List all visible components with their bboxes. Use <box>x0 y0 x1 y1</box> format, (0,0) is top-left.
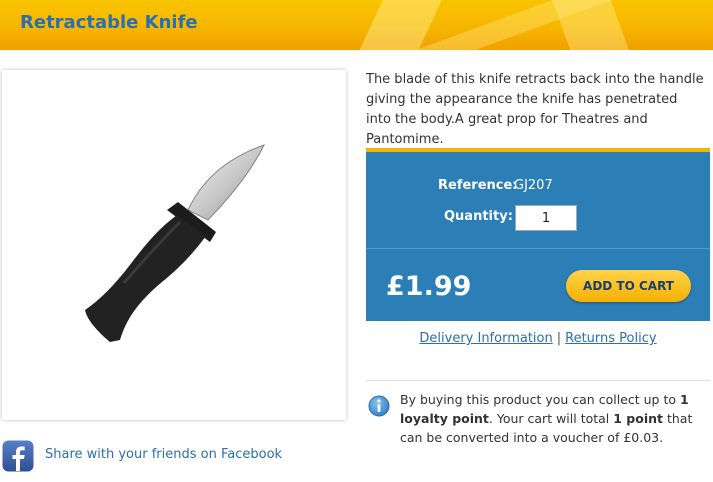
product-price: £1.99 <box>386 271 472 302</box>
facebook-share-link[interactable]: Share with your friends on Facebook <box>45 447 282 462</box>
product-header: Retractable Knife <box>0 0 713 50</box>
link-separator: | <box>556 331 562 346</box>
add-to-cart-button[interactable]: ADD TO CART <box>566 270 691 302</box>
product-title: Retractable Knife <box>20 12 198 33</box>
quantity-input[interactable] <box>515 205 577 231</box>
reference-label: Reference: <box>438 178 518 193</box>
reference-value: GJ207 <box>514 178 553 193</box>
delivery-information-link[interactable]: Delivery Information <box>419 331 552 346</box>
loyalty-divider <box>366 380 710 381</box>
loyalty-text-middle: . Your cart will total <box>488 411 614 426</box>
knife-image <box>85 144 265 342</box>
facebook-icon[interactable] <box>2 440 34 472</box>
product-image[interactable] <box>2 70 346 420</box>
loyalty-message: By buying this product you can collect u… <box>400 390 705 447</box>
purchase-panel: Reference: GJ207 Quantity: £1.99 ADD TO … <box>366 148 710 321</box>
panel-divider <box>366 248 710 249</box>
loyalty-points-total: 1 point <box>613 411 663 426</box>
info-icon <box>368 395 390 417</box>
product-description: The blade of this knife retracts back in… <box>366 72 704 147</box>
loyalty-text-before: By buying this product you can collect u… <box>400 392 680 407</box>
returns-policy-link[interactable]: Returns Policy <box>565 331 656 346</box>
policy-links: Delivery Information | Returns Policy <box>366 331 710 346</box>
quantity-label: Quantity: <box>444 209 513 224</box>
